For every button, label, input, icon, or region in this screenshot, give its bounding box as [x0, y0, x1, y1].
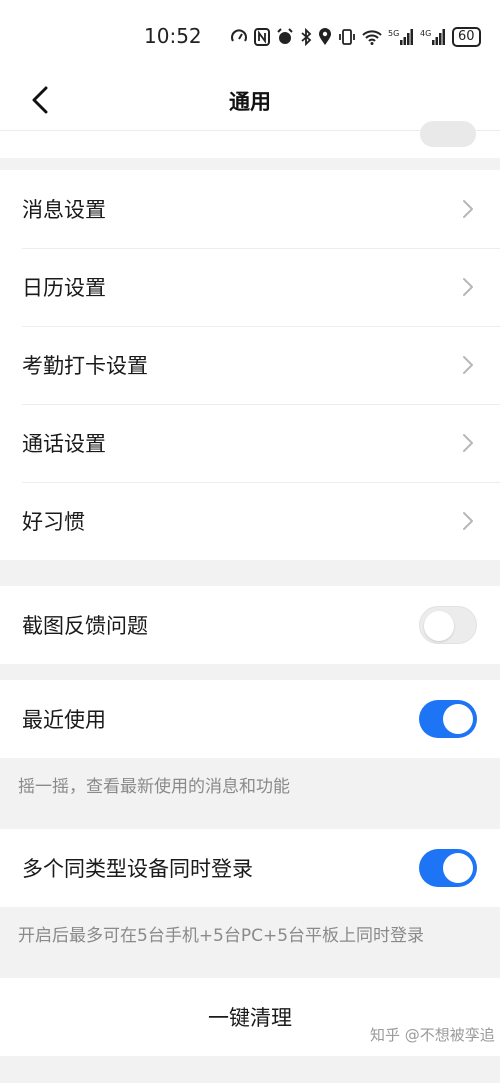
- toggle-knob: [443, 853, 473, 883]
- status-time: 10:52: [144, 24, 202, 48]
- watermark: 知乎 @不想被孪追: [370, 1026, 495, 1044]
- chevron-right-icon: [463, 434, 473, 452]
- svg-text:4G: 4G: [420, 29, 431, 38]
- toggle-knob: [443, 704, 473, 734]
- speed-icon: [230, 28, 248, 46]
- battery-indicator: 60: [452, 27, 481, 47]
- settings-item-label: 好习惯: [22, 510, 85, 534]
- multi-device-hint: 开启后最多可在5台手机+5台PC+5台平板上同时登录: [18, 926, 425, 946]
- nfc-icon: [254, 28, 270, 46]
- recent-use-label: 最近使用: [22, 708, 106, 732]
- partial-row: [0, 121, 500, 158]
- settings-item-message[interactable]: 消息设置: [0, 170, 500, 248]
- signal-5g-icon: 5G: [388, 28, 414, 46]
- settings-item-calendar[interactable]: 日历设置: [0, 248, 500, 326]
- page-title: 通用: [229, 90, 271, 114]
- multi-device-toggle[interactable]: [419, 849, 477, 887]
- settings-item-label: 消息设置: [22, 198, 106, 222]
- settings-item-call[interactable]: 通话设置: [0, 404, 500, 482]
- screenshot-feedback-toggle[interactable]: [419, 606, 477, 644]
- chevron-right-icon: [463, 200, 473, 218]
- svg-text:5G: 5G: [388, 29, 399, 38]
- status-icons: 5G 4G 60: [230, 24, 481, 50]
- settings-item-label: 日历设置: [22, 276, 106, 300]
- chevron-right-icon: [463, 278, 473, 296]
- location-icon: [318, 28, 332, 46]
- wifi-icon: [362, 29, 382, 45]
- chevron-right-icon: [463, 356, 473, 374]
- settings-item-label: 考勤打卡设置: [22, 354, 148, 378]
- status-bar: 10:52 5G 4G 60: [0, 0, 500, 70]
- multi-device-row: 多个同类型设备同时登录: [0, 829, 500, 907]
- recent-use-toggle[interactable]: [419, 700, 477, 738]
- multi-device-label: 多个同类型设备同时登录: [22, 857, 253, 881]
- settings-item-attendance[interactable]: 考勤打卡设置: [0, 326, 500, 404]
- settings-item-label: 通话设置: [22, 432, 106, 456]
- bluetooth-icon: [300, 28, 312, 46]
- recent-use-hint: 摇一摇，查看最新使用的消息和功能: [18, 777, 290, 797]
- screenshot-feedback-row: 截图反馈问题: [0, 586, 500, 664]
- nav-bar: 通用: [0, 70, 500, 130]
- settings-list: 消息设置 日历设置 考勤打卡设置 通话设置 好习惯: [0, 170, 500, 560]
- toggle-knob: [424, 611, 454, 641]
- vibrate-icon: [338, 28, 356, 46]
- screenshot-feedback-label: 截图反馈问题: [22, 614, 148, 638]
- partial-toggle[interactable]: [420, 121, 476, 147]
- alarm-icon: [276, 28, 294, 46]
- chevron-right-icon: [463, 512, 473, 530]
- signal-4g-icon: 4G: [420, 28, 446, 46]
- settings-item-good-habits[interactable]: 好习惯: [0, 482, 500, 560]
- recent-use-row: 最近使用: [0, 680, 500, 758]
